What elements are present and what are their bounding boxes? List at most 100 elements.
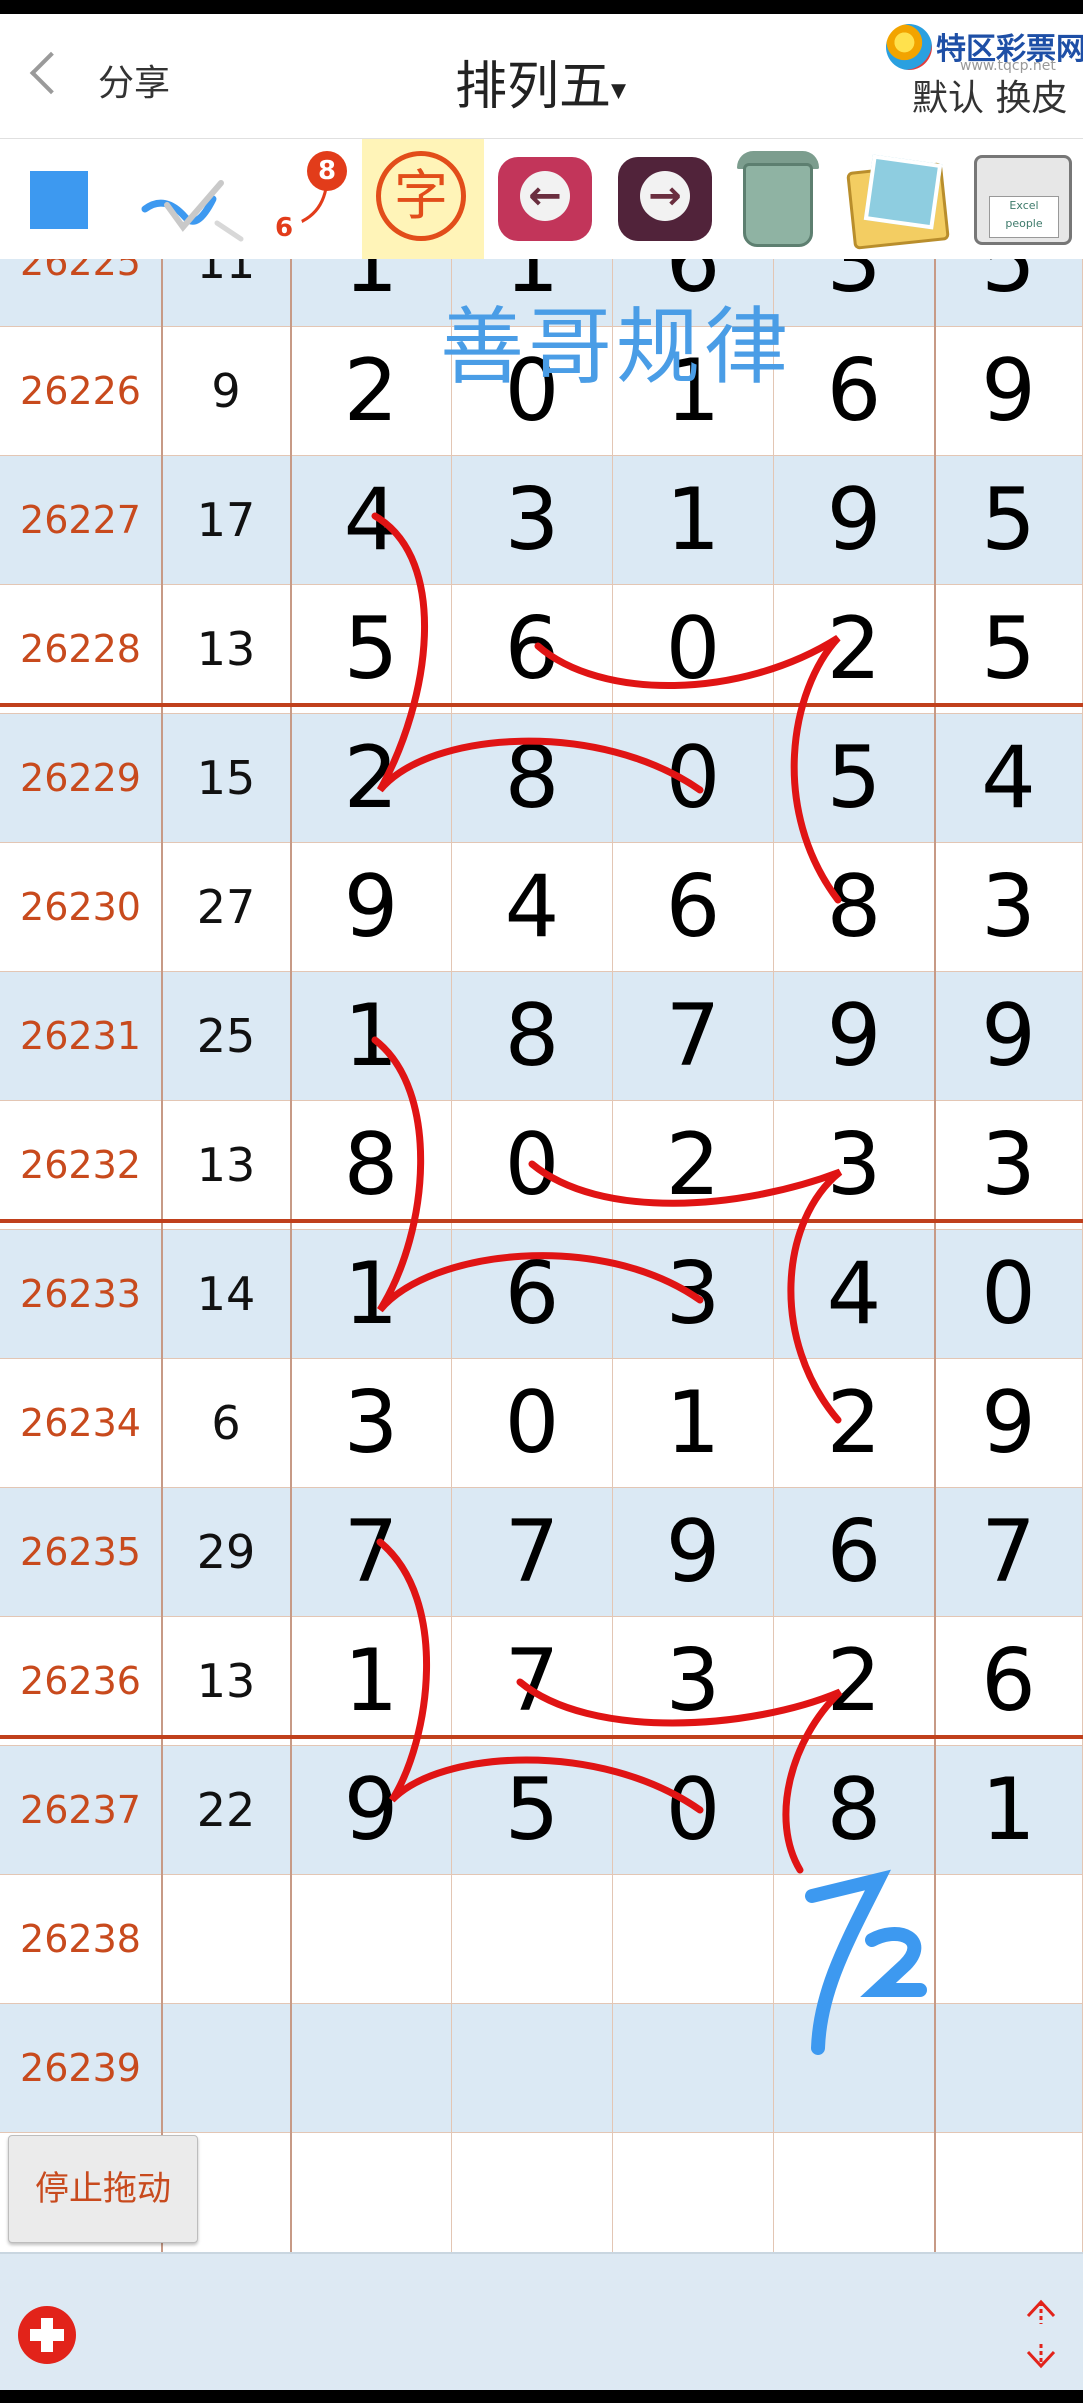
digit-cell-3[interactable]: 6 — [613, 843, 774, 972]
digit-cell-3[interactable]: 1 — [613, 327, 774, 456]
digit-cell-1[interactable]: 9 — [291, 1746, 452, 1875]
digit-cell-1[interactable]: 4 — [291, 456, 452, 585]
digit-cell-5[interactable]: 3 — [935, 1101, 1083, 1230]
add-plus-icon[interactable] — [18, 2306, 76, 2364]
digit-cell-5[interactable] — [935, 2133, 1083, 2252]
digit-cell-4[interactable]: 3 — [774, 1101, 935, 1230]
lottery-title-dropdown[interactable]: 排列五▾ — [455, 44, 626, 119]
digit-cell-3[interactable]: 9 — [613, 1488, 774, 1617]
digit-cell-3[interactable]: 3 — [613, 1617, 774, 1746]
digit-cell-1[interactable]: 2 — [291, 714, 452, 843]
digit-cell-1[interactable] — [291, 2004, 452, 2133]
digit-cell-5[interactable]: 6 — [935, 1617, 1083, 1746]
text-tool[interactable]: 字 — [362, 139, 484, 259]
digit-cell-2[interactable]: 0 — [452, 327, 613, 456]
digit-cell-2[interactable]: 1 — [452, 259, 613, 327]
digit-cell-2[interactable]: 8 — [452, 714, 613, 843]
digit-cell-5[interactable]: 7 — [935, 1488, 1083, 1617]
digit-cell-4[interactable] — [774, 2133, 935, 2252]
digit-cell-1[interactable]: 1 — [291, 1230, 452, 1359]
digit-cell-4[interactable]: 2 — [774, 585, 935, 714]
digit-cell-3[interactable]: 0 — [613, 585, 774, 714]
digit-cell-2[interactable]: 0 — [452, 1101, 613, 1230]
digit-cell-2[interactable]: 7 — [452, 1617, 613, 1746]
digit-cell-5[interactable]: 9 — [935, 327, 1083, 456]
digit-cell-4[interactable] — [774, 1875, 935, 2004]
digit-sum-cell — [162, 1875, 291, 2004]
digit-cell-4[interactable]: 4 — [774, 1230, 935, 1359]
digit-cell-4[interactable]: 5 — [774, 714, 935, 843]
digit-cell-3[interactable]: 2 — [613, 1101, 774, 1230]
digit-cell-3[interactable]: 0 — [613, 714, 774, 843]
digit-cell-5[interactable]: 3 — [935, 843, 1083, 972]
digit-cell-2[interactable]: 6 — [452, 1230, 613, 1359]
digit-cell-4[interactable]: 2 — [774, 1617, 935, 1746]
digit-cell-1[interactable]: 3 — [291, 1359, 452, 1488]
digit-cell-2[interactable] — [452, 1875, 613, 2004]
clear-button[interactable] — [725, 139, 835, 259]
grid-divider — [161, 259, 163, 2252]
number-connect-tool[interactable]: 6 8 — [255, 139, 360, 259]
digit-cell-2[interactable] — [452, 2004, 613, 2133]
digit-cell-4[interactable]: 6 — [774, 327, 935, 456]
digit-cell-3[interactable]: 3 — [613, 1230, 774, 1359]
digit-cell-1[interactable]: 1 — [291, 1617, 452, 1746]
digit-cell-2[interactable]: 3 — [452, 456, 613, 585]
undo-button[interactable]: ← — [490, 139, 600, 259]
digit-cell-1[interactable]: 7 — [291, 1488, 452, 1617]
digit-cell-3[interactable]: 1 — [613, 1359, 774, 1488]
redo-button[interactable]: → — [610, 139, 720, 259]
digit-cell-5[interactable] — [935, 1875, 1083, 2004]
digit-cell-2[interactable]: 8 — [452, 972, 613, 1101]
digit-cell-5[interactable]: 5 — [935, 259, 1083, 327]
digit-cell-5[interactable]: 9 — [935, 1359, 1083, 1488]
save-button[interactable]: Excel people — [966, 139, 1083, 259]
back-arrow-icon[interactable] — [29, 51, 73, 95]
digit-cell-1[interactable]: 9 — [291, 843, 452, 972]
photo-button[interactable] — [840, 139, 960, 259]
pen-tool[interactable] — [125, 139, 255, 259]
color-square-tool[interactable] — [0, 139, 120, 259]
digit-cell-3[interactable]: 7 — [613, 972, 774, 1101]
digit-cell-5[interactable]: 9 — [935, 972, 1083, 1101]
group-separator — [0, 1735, 1083, 1739]
digit-cell-2[interactable]: 5 — [452, 1746, 613, 1875]
digit-cell-4[interactable]: 8 — [774, 1746, 935, 1875]
digit-cell-1[interactable] — [291, 2133, 452, 2252]
digit-cell-4[interactable] — [774, 2004, 935, 2133]
digit-cell-4[interactable]: 9 — [774, 972, 935, 1101]
stop-drag-button[interactable]: 停止拖动 — [8, 2135, 198, 2243]
digit-cell-1[interactable]: 1 — [291, 972, 452, 1101]
digit-cell-1[interactable]: 8 — [291, 1101, 452, 1230]
digit-cell-5[interactable]: 1 — [935, 1746, 1083, 1875]
digit-cell-3[interactable]: 0 — [613, 1746, 774, 1875]
digit-cell-4[interactable]: 3 — [774, 259, 935, 327]
digit-cell-4[interactable]: 9 — [774, 456, 935, 585]
digit-cell-5[interactable]: 4 — [935, 714, 1083, 843]
digit-cell-4[interactable]: 8 — [774, 843, 935, 972]
skin-switch-button[interactable]: 默认 换皮 — [912, 69, 1067, 121]
digit-cell-2[interactable]: 6 — [452, 585, 613, 714]
digit-cell-4[interactable]: 2 — [774, 1359, 935, 1488]
digit-cell-3[interactable] — [613, 2133, 774, 2252]
digit-cell-2[interactable] — [452, 2133, 613, 2252]
digit-cell-1[interactable]: 5 — [291, 585, 452, 714]
digit-cell-2[interactable]: 7 — [452, 1488, 613, 1617]
digit-cell-5[interactable]: 0 — [935, 1230, 1083, 1359]
digit-cell-5[interactable]: 5 — [935, 456, 1083, 585]
digit-cell-1[interactable]: 2 — [291, 327, 452, 456]
digit-cell-5[interactable] — [935, 2004, 1083, 2133]
share-button[interactable]: 分享 — [98, 54, 170, 106]
digit-cell-1[interactable]: 1 — [291, 259, 452, 327]
digit-cell-3[interactable] — [613, 2004, 774, 2133]
digit-cell-2[interactable]: 4 — [452, 843, 613, 972]
digit-cell-3[interactable] — [613, 1875, 774, 2004]
digit-cell-1[interactable] — [291, 1875, 452, 2004]
digit-cell-4[interactable]: 6 — [774, 1488, 935, 1617]
scroll-up-down-icon[interactable] — [1018, 2294, 1064, 2374]
digit-cell-3[interactable]: 6 — [613, 259, 774, 327]
digit-cell-2[interactable]: 0 — [452, 1359, 613, 1488]
digit-cell-3[interactable]: 1 — [613, 456, 774, 585]
digit-cell-5[interactable]: 5 — [935, 585, 1083, 714]
lottery-history-grid[interactable]: 26225 11 1 1 6 3 5 26226 9 2 0 1 6 9 26227 17 4 3 1 9 5 26228… — [0, 259, 1083, 2252]
